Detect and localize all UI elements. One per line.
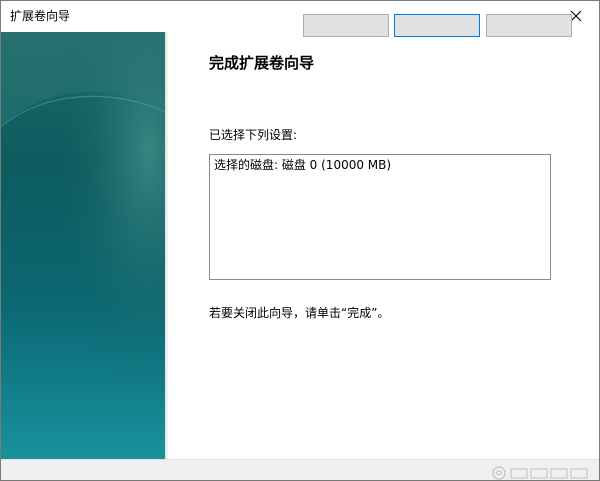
watermark-logo-icon: [491, 465, 591, 480]
finish-hint: 若要关闭此向导，请单击“完成”。: [209, 306, 390, 320]
back-button[interactable]: [303, 14, 389, 37]
page-title: 完成扩展卷向导: [209, 54, 315, 72]
window-title: 扩展卷向导: [10, 9, 71, 23]
wizard-window: 扩展卷向导 完成扩展卷向导 已选择下列设置: 选择的磁盘: 磁盘 0 (1000…: [0, 0, 600, 481]
finish-button[interactable]: [394, 14, 480, 37]
wizard-content: 完成扩展卷向导 已选择下列设置: 选择的磁盘: 磁盘 0 (10000 MB) …: [169, 32, 599, 459]
cancel-button[interactable]: [486, 14, 572, 37]
wizard-side-banner: [1, 32, 165, 459]
settings-summary-box[interactable]: 选择的磁盘: 磁盘 0 (10000 MB): [209, 154, 551, 280]
settings-label: 已选择下列设置:: [209, 128, 298, 142]
settings-line: 选择的磁盘: 磁盘 0 (10000 MB): [214, 158, 392, 172]
